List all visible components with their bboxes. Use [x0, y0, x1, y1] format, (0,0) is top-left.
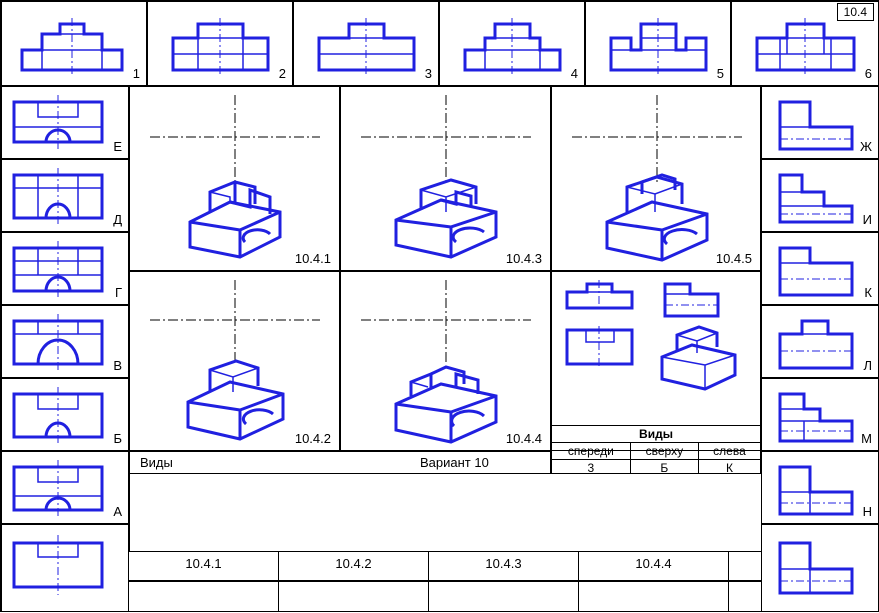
- top-label-5: 5: [717, 66, 724, 81]
- iso-label-4: 10.4.4: [506, 431, 542, 446]
- ans-h-2: 10.4.2: [279, 552, 429, 580]
- top-view-2: 2: [147, 1, 293, 86]
- iso-label-2: 10.4.2: [295, 431, 331, 446]
- iso-cell-5: 10.4.5: [551, 86, 761, 271]
- hdr-top: сверху: [630, 443, 698, 460]
- iso-label-1: 10.4.1: [295, 251, 331, 266]
- left-view-E: Е: [1, 86, 129, 159]
- iso-cell-3: 10.4.3: [340, 86, 551, 271]
- ans-h-4: 10.4.4: [579, 552, 729, 580]
- top-view-5: 5: [585, 1, 731, 86]
- example-table: Виды спереди сверху слева 3 Б К: [551, 425, 761, 477]
- right-bottom-pad: [761, 524, 879, 612]
- iso-cell-1: 10.4.1: [129, 86, 340, 271]
- ans-blank-4[interactable]: [579, 582, 729, 612]
- left-view-G: Г: [1, 232, 129, 305]
- title-views: Виды: [140, 455, 173, 470]
- top-view-1: 1: [1, 1, 147, 86]
- left-label-B: Б: [113, 431, 122, 446]
- ans-blank-2[interactable]: [279, 582, 429, 612]
- top-view-4: 4: [439, 1, 585, 86]
- hdr-side: слева: [698, 443, 760, 460]
- left-bottom-pad: [1, 524, 129, 612]
- top-label-6: 6: [865, 66, 872, 81]
- right-view-L: Л: [761, 305, 879, 378]
- page-number-badge: 10.4: [837, 3, 874, 21]
- left-label-A: А: [113, 504, 122, 519]
- right-label-Zh: Ж: [860, 139, 872, 154]
- ans-blank-1[interactable]: [129, 582, 279, 612]
- example-cell: [551, 271, 761, 451]
- left-view-V: В: [1, 305, 129, 378]
- right-label-L: Л: [863, 358, 872, 373]
- left-view-A: А: [1, 451, 129, 524]
- right-label-K: К: [864, 285, 872, 300]
- left-label-G: Г: [115, 285, 122, 300]
- ans-h-1: 10.4.1: [129, 552, 279, 580]
- right-view-M: М: [761, 378, 879, 451]
- right-label-N: Н: [863, 504, 872, 519]
- title-bar: Виды Вариант 10: [129, 451, 551, 475]
- top-view-3: 3: [293, 1, 439, 86]
- left-view-B: Б: [1, 378, 129, 451]
- ans-blank-3[interactable]: [429, 582, 579, 612]
- iso-cell-4: 10.4.4: [340, 271, 551, 451]
- right-label-I: И: [863, 212, 872, 227]
- left-label-V: В: [113, 358, 122, 373]
- instr-frame: [129, 473, 761, 551]
- top-label-1: 1: [133, 66, 140, 81]
- iso-cell-2: 10.4.2: [129, 271, 340, 451]
- right-view-N: Н: [761, 451, 879, 524]
- right-view-Zh: Ж: [761, 86, 879, 159]
- left-label-E: Е: [113, 139, 122, 154]
- title-variant: Вариант 10: [420, 455, 489, 470]
- top-label-4: 4: [571, 66, 578, 81]
- right-view-K: К: [761, 232, 879, 305]
- iso-label-3: 10.4.3: [506, 251, 542, 266]
- hdr-front: спереди: [552, 443, 631, 460]
- iso-label-5: 10.4.5: [716, 251, 752, 266]
- left-view-D: Д: [1, 159, 129, 232]
- drawing-page: 10.4 1 2 3 4: [0, 0, 879, 612]
- ans-h-3: 10.4.3: [429, 552, 579, 580]
- top-label-2: 2: [279, 66, 286, 81]
- top-label-3: 3: [425, 66, 432, 81]
- example-caption: Виды: [552, 426, 761, 443]
- left-label-D: Д: [113, 212, 122, 227]
- right-view-I: И: [761, 159, 879, 232]
- right-label-M: М: [861, 431, 872, 446]
